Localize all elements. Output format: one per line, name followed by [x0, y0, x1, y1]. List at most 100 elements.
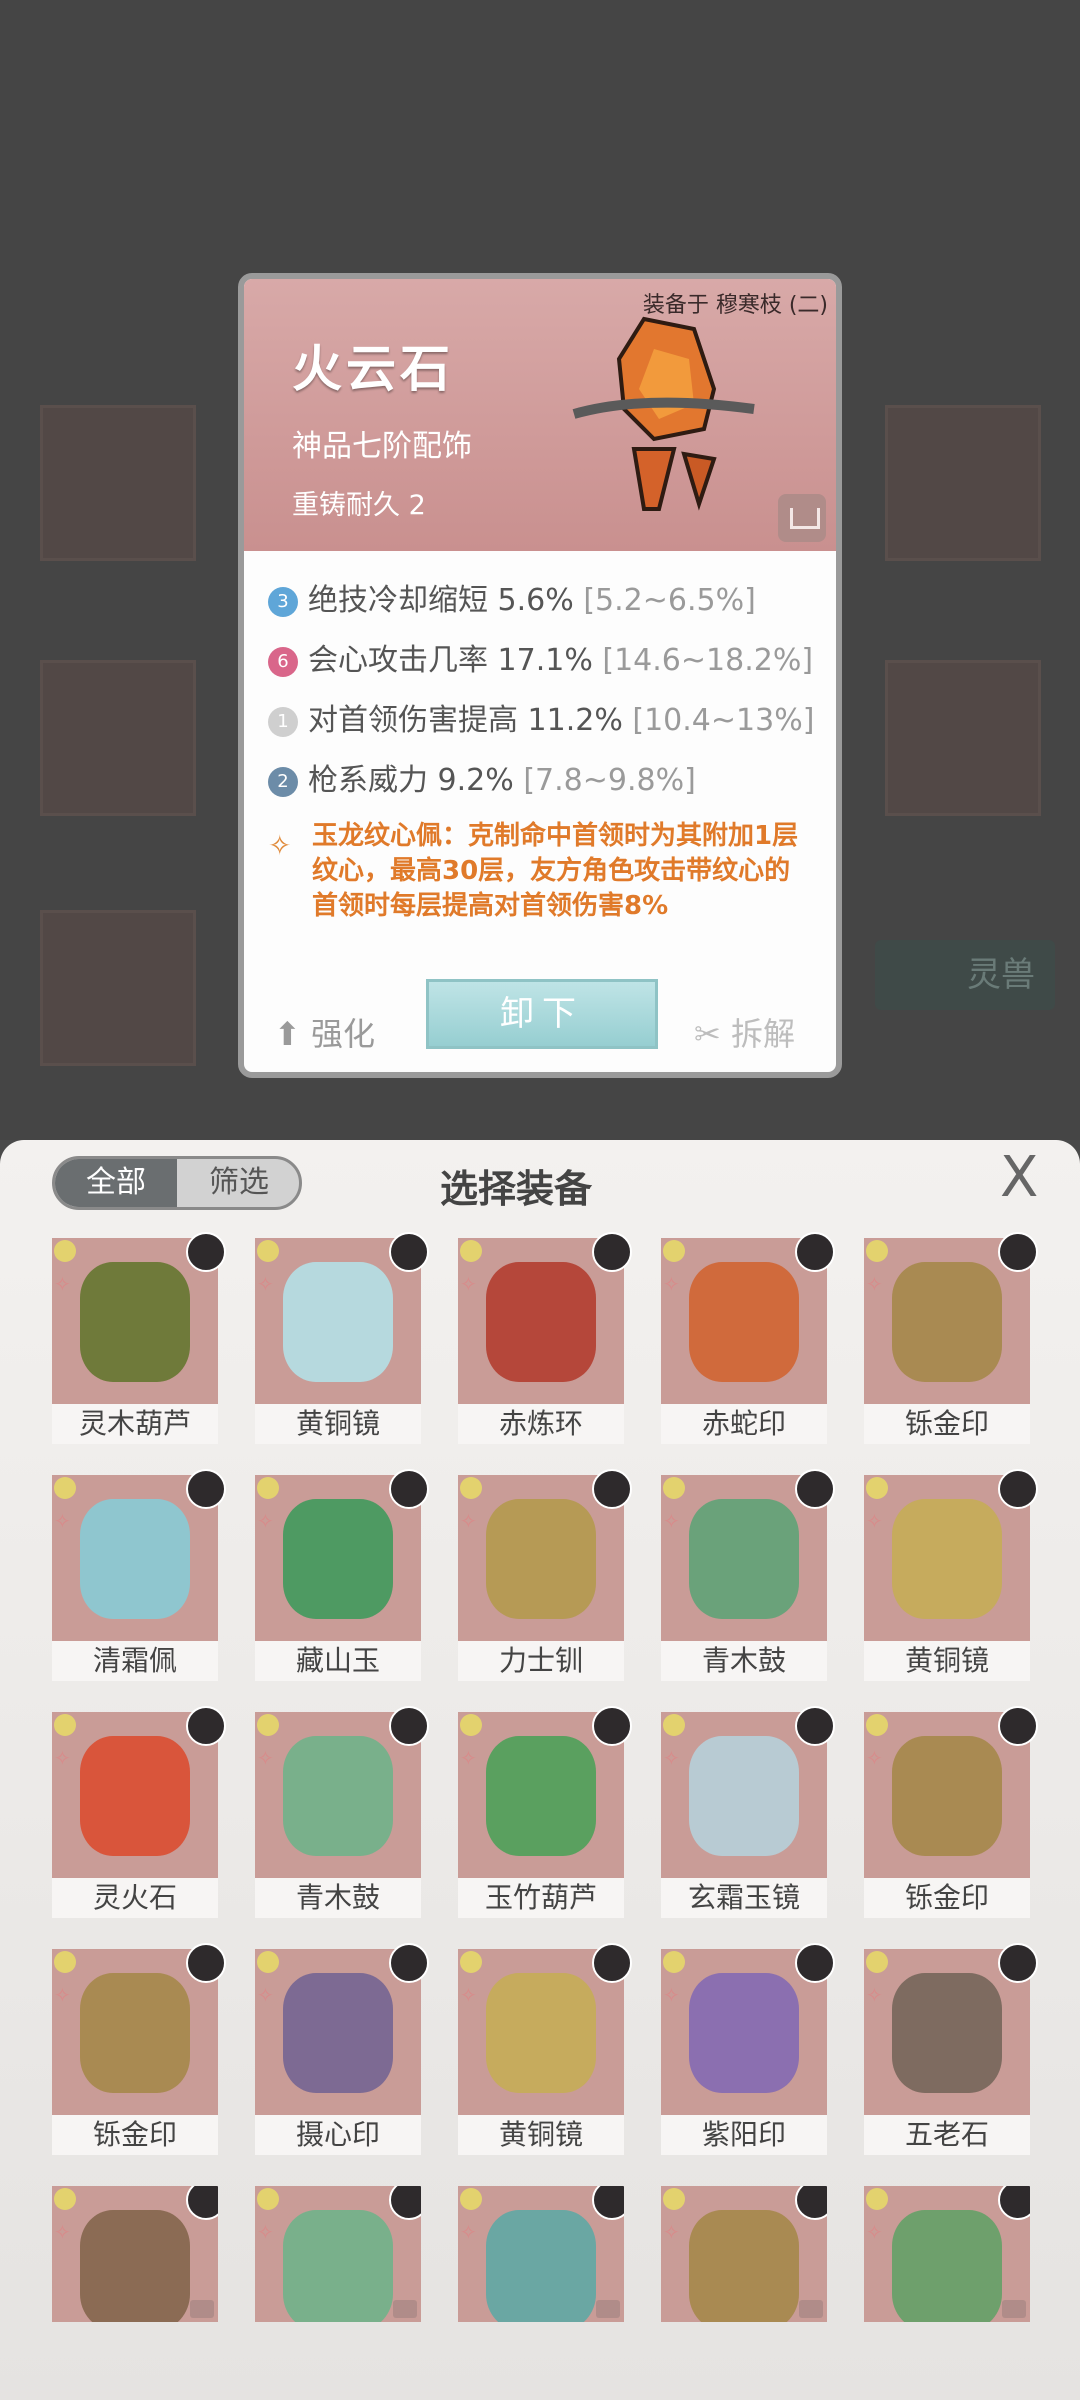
stat-range: [14.6~18.2%]: [602, 643, 814, 678]
quality-icon: [460, 1240, 482, 1262]
quality-icon: [257, 1477, 279, 1499]
quality-icon: [866, 2188, 888, 2210]
equipment-slot[interactable]: ✧: [661, 2186, 827, 2322]
equipment-slot[interactable]: ✧: [255, 2186, 421, 2322]
rune-icon: ✧: [866, 1983, 883, 2007]
equipment-icon: [80, 1973, 190, 2093]
equipment-slot[interactable]: ✧ 力士钏: [458, 1469, 632, 1681]
background-slot: [40, 660, 196, 816]
rune-icon: ✧: [460, 1983, 477, 2007]
equipment-slot[interactable]: ✧ 灵火石: [52, 1706, 226, 1918]
rune-icon: ✧: [257, 1746, 274, 1770]
stat-value: 绝技冷却缩短 5.6%: [308, 583, 574, 618]
owner-avatar: [186, 1469, 226, 1509]
rune-icon: ✧: [460, 1509, 477, 1533]
equipment-slot[interactable]: ✧ 紫阳印: [661, 1943, 835, 2155]
tab-filter[interactable]: 筛选: [179, 1159, 299, 1207]
owner-avatar: [592, 1943, 632, 1983]
equipment-name: 铄金印: [52, 2115, 218, 2155]
equipment-icon: [80, 1262, 190, 1382]
lock-icon: [799, 2300, 823, 2318]
equipment-slot[interactable]: ✧ 赤蛇印: [661, 1232, 835, 1444]
owner-avatar: [795, 1469, 835, 1509]
equipment-icon: [486, 1499, 596, 1619]
equipment-slot[interactable]: ✧ 五老石: [864, 1943, 1038, 2155]
unequip-button[interactable]: 卸下: [426, 979, 658, 1049]
rune-icon: ✧: [54, 1983, 71, 2007]
background-slot: [885, 660, 1041, 816]
equipment-name: 铄金印: [864, 1878, 1030, 1918]
stat-row: 6 会心攻击几率 17.1% [14.6~18.2%]: [268, 635, 813, 679]
lock-icon: [596, 2300, 620, 2318]
owner-avatar: [998, 1943, 1038, 1983]
dismantle-button[interactable]: ✂ 拆解: [694, 1009, 795, 1055]
equipment-slot[interactable]: ✧ 黄铜镜: [458, 1943, 632, 2155]
rune-icon: ✧: [54, 1272, 71, 1296]
stat-range: [5.2~6.5%]: [583, 583, 756, 618]
strengthen-button[interactable]: ⬆ 强化: [274, 1009, 375, 1055]
equipment-slot[interactable]: ✧ 青木鼓: [255, 1706, 429, 1918]
equipment-slot[interactable]: ✧: [458, 2186, 624, 2322]
background-slot: [40, 405, 196, 561]
equipment-icon: [892, 1499, 1002, 1619]
owner-avatar: [389, 1706, 429, 1746]
equipment-slot[interactable]: ✧ 藏山玉: [255, 1469, 429, 1681]
rune-icon: ✧: [663, 2220, 680, 2244]
equipment-slot[interactable]: ✧ 黄铜镜: [864, 1469, 1038, 1681]
lock-icon[interactable]: [778, 494, 826, 542]
equipment-slot[interactable]: ✧: [52, 2186, 218, 2322]
equipment-slot[interactable]: ✧ 铄金印: [864, 1706, 1038, 1918]
rune-icon: ✧: [663, 1509, 680, 1533]
rune-icon: ✧: [866, 2220, 883, 2244]
quality-icon: [257, 1951, 279, 1973]
equipment-slot[interactable]: ✧ 玉竹葫芦: [458, 1706, 632, 1918]
equipment-icon: [892, 2210, 1002, 2322]
equipment-name: 紫阳印: [661, 2115, 827, 2155]
rune-icon: ✧: [54, 2220, 71, 2244]
quality-icon: [866, 1240, 888, 1262]
equipment-icon: [283, 1736, 393, 1856]
strengthen-label: 强化: [310, 1015, 375, 1053]
close-icon[interactable]: X: [1000, 1150, 1056, 1206]
rune-icon: ✧: [257, 2220, 274, 2244]
lock-icon: [1002, 2300, 1026, 2318]
owner-avatar: [998, 1469, 1038, 1509]
rune-icon: ✧: [663, 1272, 680, 1296]
equipment-name: 青木鼓: [255, 1878, 421, 1918]
rune-icon: ✧: [257, 1983, 274, 2007]
equipment-icon: [283, 1262, 393, 1382]
equipment-slot[interactable]: ✧ 玄霜玉镜: [661, 1706, 835, 1918]
equipment-icon: [486, 2210, 596, 2322]
equipment-icon: [892, 1262, 1002, 1382]
equipment-slot[interactable]: ✧ 灵木葫芦: [52, 1232, 226, 1444]
quality-icon: [663, 1477, 685, 1499]
owner-avatar: [998, 1706, 1038, 1746]
equipment-icon: [486, 1262, 596, 1382]
quality-icon: [54, 1477, 76, 1499]
equipment-slot[interactable]: ✧ 青木鼓: [661, 1469, 835, 1681]
equipment-slot[interactable]: ✧ 摄心印: [255, 1943, 429, 2155]
item-grade: 神品七阶配饰: [292, 429, 472, 464]
quality-icon: [54, 2188, 76, 2210]
equipment-detail-card: 装备于 穆寒枝 (二) 火云石 神品七阶配饰 重铸耐久 2 3 绝技冷却缩短 5.…: [238, 273, 842, 1078]
equipment-name: 赤炼环: [458, 1404, 624, 1444]
tab-all[interactable]: 全部: [55, 1159, 177, 1207]
select-equipment-panel: 全部 筛选 选择装备 X ✧ 灵木葫芦 ✧ 黄铜镜 ✧ 赤炼环 ✧ 赤蛇印 ✧ 铄金印 ✧ 清霜佩 ✧ 藏…: [0, 1140, 1080, 2400]
equipment-slot[interactable]: ✧: [864, 2186, 1030, 2322]
equipment-slot[interactable]: ✧ 铄金印: [864, 1232, 1038, 1444]
equipment-icon: [486, 1736, 596, 1856]
rune-icon: ✧: [54, 1746, 71, 1770]
equipment-icon: [283, 1499, 393, 1619]
equipment-slot[interactable]: ✧ 铄金印: [52, 1943, 226, 2155]
set-effect-icon: ✧: [268, 829, 292, 862]
owner-avatar: [998, 1232, 1038, 1272]
equipment-slot[interactable]: ✧ 清霜佩: [52, 1469, 226, 1681]
beast-tab: 灵兽: [875, 940, 1055, 1010]
equipment-name: 五老石: [864, 2115, 1030, 2155]
equipment-slot[interactable]: ✧ 赤炼环: [458, 1232, 632, 1444]
owner-avatar: [592, 1232, 632, 1272]
equipment-slot[interactable]: ✧ 黄铜镜: [255, 1232, 429, 1444]
equipment-icon: [689, 1499, 799, 1619]
equipment-icon: [892, 1973, 1002, 2093]
panel-title: 选择装备: [440, 1167, 593, 1211]
